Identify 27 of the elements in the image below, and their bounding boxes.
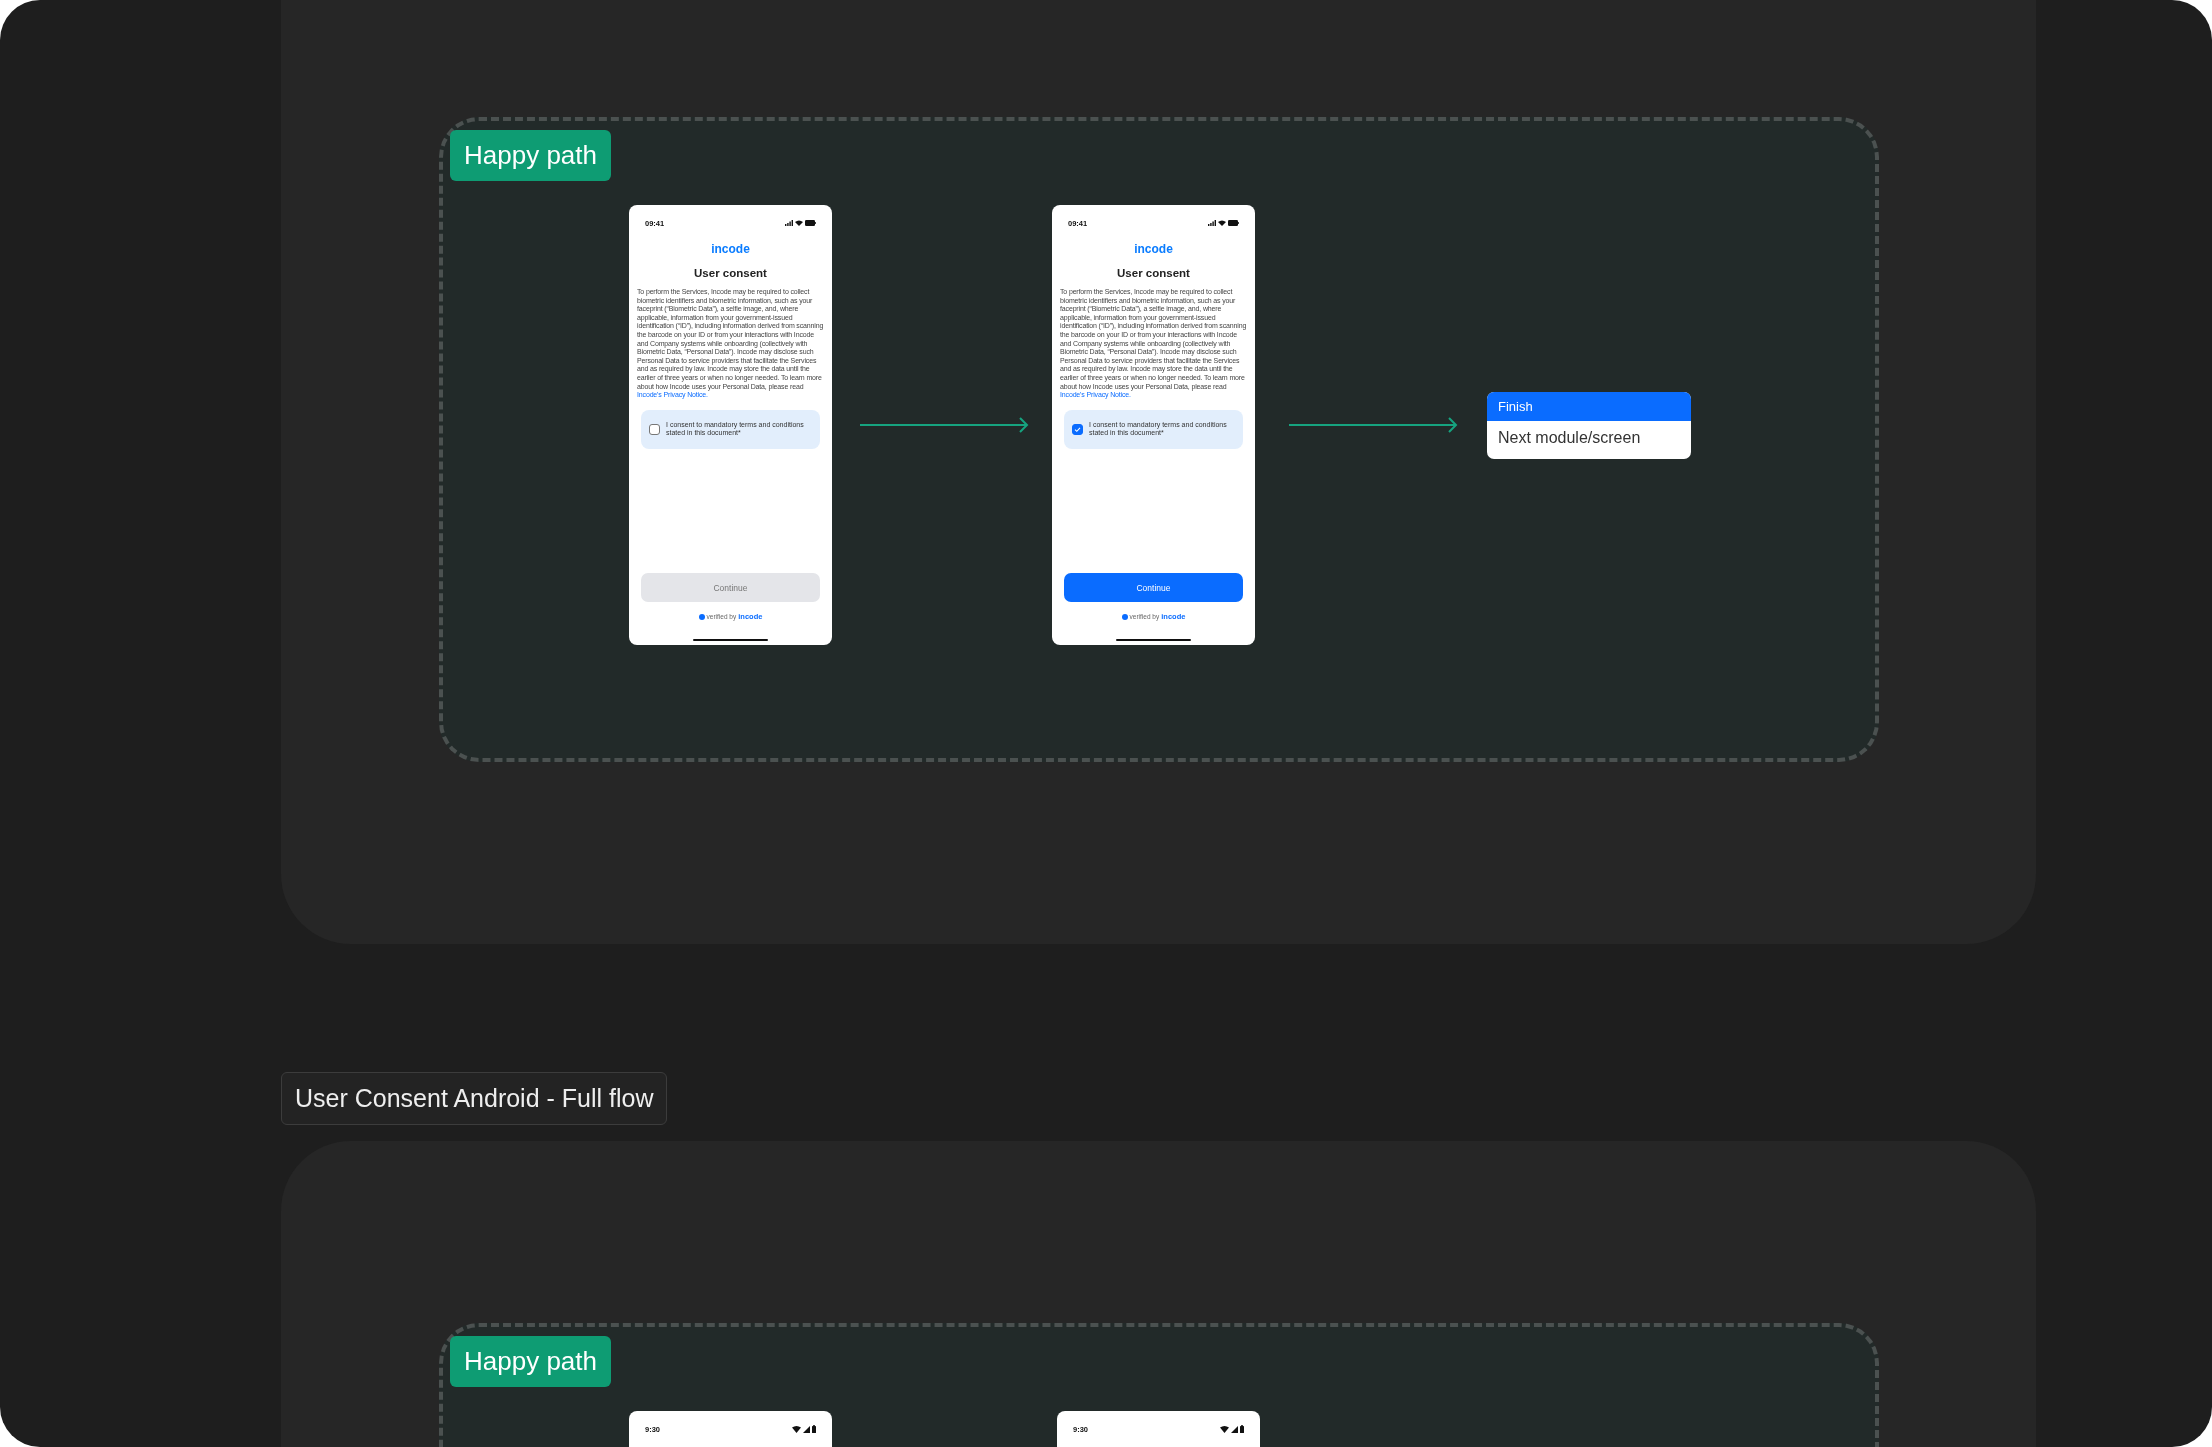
signal-icon: [785, 220, 793, 226]
battery-icon: [812, 1425, 816, 1433]
battery-icon: [1240, 1425, 1244, 1433]
flow-label: User Consent Android - Full flow: [281, 1072, 668, 1125]
wifi-icon: [795, 220, 803, 226]
finish-header: Finish: [1487, 391, 1691, 421]
path-tag: Happy path: [450, 1336, 611, 1387]
signal-icon: [803, 1425, 810, 1433]
wifi-icon: [792, 1425, 801, 1433]
check-icon: [1074, 425, 1081, 433]
verified-badge-icon: [1121, 613, 1128, 620]
wifi-icon: [1220, 1425, 1229, 1433]
verified-badge-icon: [698, 613, 705, 620]
consent-checkbox[interactable]: [1072, 423, 1083, 435]
path-tag: Happy path: [450, 130, 611, 181]
signal-icon: [1208, 220, 1216, 226]
battery-icon: [805, 220, 816, 226]
screen-title: User consent: [1117, 267, 1190, 279]
brand-logo: incode: [711, 242, 750, 256]
consent-checkbox[interactable]: [649, 423, 660, 435]
wifi-icon: [1218, 220, 1226, 226]
continue-button[interactable]: Continue: [1064, 573, 1243, 602]
screen-title: User consent: [694, 267, 767, 279]
signal-icon: [1231, 1425, 1238, 1433]
next-step-text: Next module/screen: [1497, 427, 1642, 448]
brand-logo: incode: [1134, 242, 1173, 256]
battery-icon: [1228, 220, 1239, 226]
